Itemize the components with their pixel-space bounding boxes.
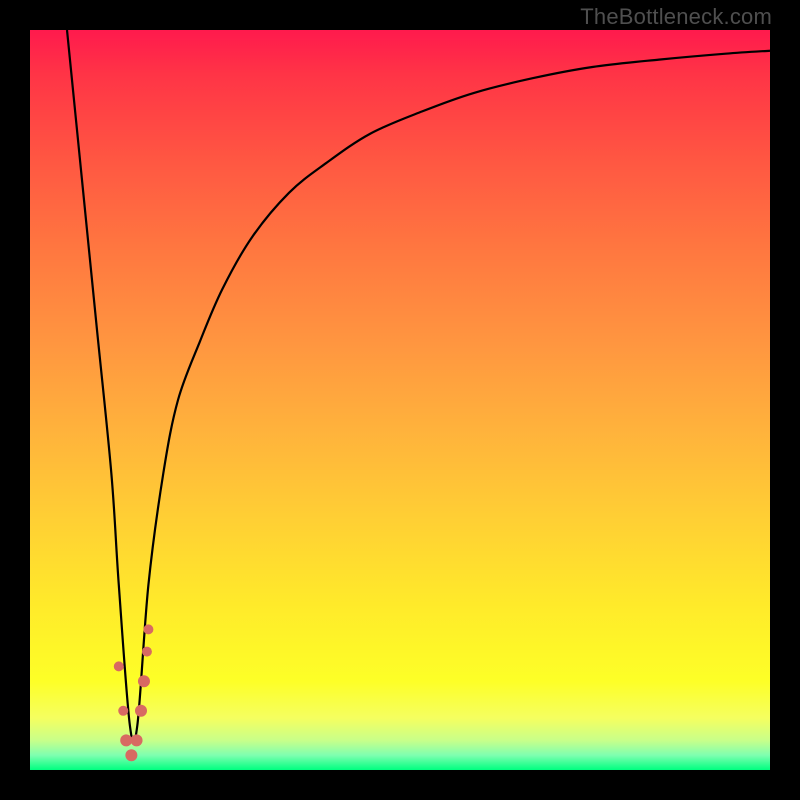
cluster-point	[142, 647, 152, 657]
cluster-point	[125, 749, 137, 761]
marker-cluster	[114, 624, 154, 761]
watermark-text: TheBottleneck.com	[580, 4, 772, 30]
cluster-point	[138, 675, 150, 687]
cluster-point	[143, 624, 153, 634]
chart-svg	[30, 30, 770, 770]
cluster-point	[135, 705, 147, 717]
bottleneck-curve	[67, 30, 770, 743]
cluster-point	[118, 706, 128, 716]
curve-layer	[67, 30, 770, 743]
plot-area	[30, 30, 770, 770]
cluster-point	[120, 734, 132, 746]
cluster-point	[131, 734, 143, 746]
cluster-point	[114, 661, 124, 671]
chart-frame: TheBottleneck.com	[0, 0, 800, 800]
